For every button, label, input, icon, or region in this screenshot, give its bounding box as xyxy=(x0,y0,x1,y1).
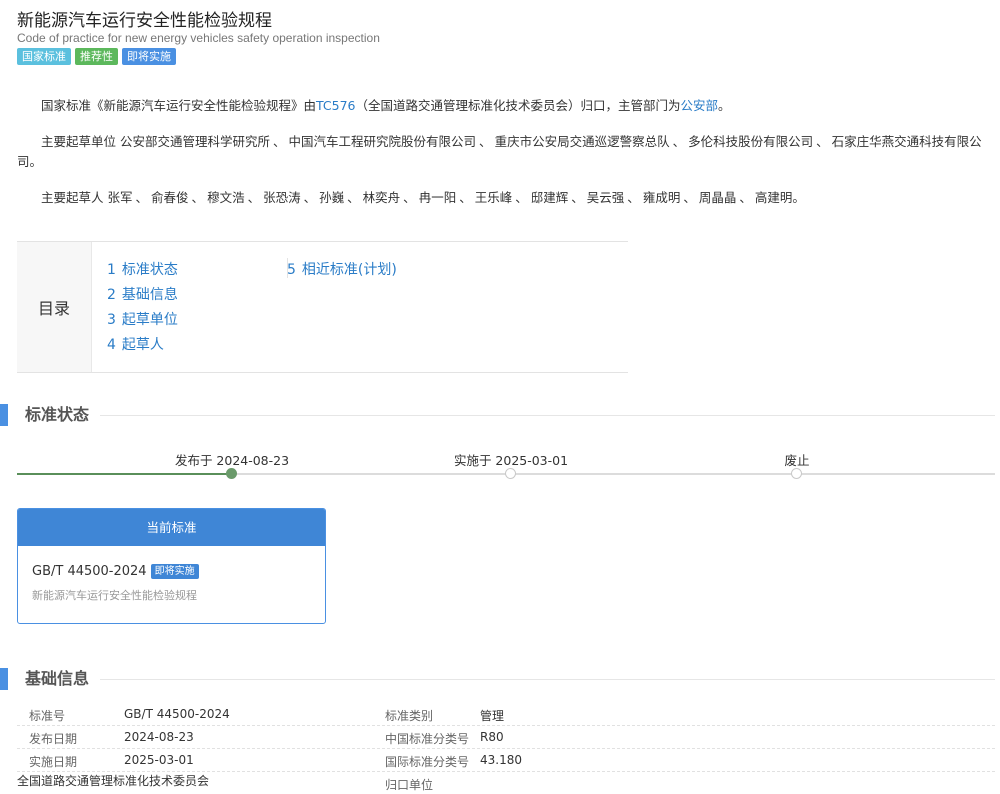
drafting-units-label: 主要起草单位 xyxy=(41,134,117,149)
info-value: R80 xyxy=(480,730,504,744)
toc-item-similar-standards[interactable]: 5 相近标准(计划) xyxy=(287,258,397,283)
intro-paragraph: 国家标准《新能源汽车运行安全性能检验规程》由TC576（全国道路交通管理标准化技… xyxy=(41,98,731,113)
page-subtitle: Code of practice for new energy vehicles… xyxy=(17,31,380,45)
toc-column-right: 5 相近标准(计划) xyxy=(287,258,397,283)
list-separator: 、 xyxy=(627,190,640,205)
info-key: 发布日期 xyxy=(29,732,78,746)
list-separator: 、 xyxy=(459,190,472,205)
info-key: 中国标准分类号 xyxy=(385,732,470,746)
list-separator: 、 xyxy=(135,190,149,205)
info-key: 标准号 xyxy=(29,709,66,723)
list-separator: 、 xyxy=(571,190,584,205)
stage-label-abolished: 废止 xyxy=(784,453,810,468)
drafter-name: 穆文浩 xyxy=(207,190,245,205)
info-value: 2025-03-01 xyxy=(124,753,194,767)
department-link[interactable]: 公安部 xyxy=(681,98,719,113)
stage-dot-published xyxy=(226,468,237,479)
drafters-paragraph: 主要起草人 张军、俞春俊、穆文浩、张恐涛、孙巍、林奕舟、冉一阳、王乐峰、邸建辉、… xyxy=(17,188,987,208)
info-value: 管理 xyxy=(480,709,505,723)
drafter-name: 冉一阳 xyxy=(418,190,457,205)
basic-info-table: 标准号 GB/T 44500-2024 标准类别 管理 发布日期 2024-08… xyxy=(17,703,995,794)
list-end: 。 xyxy=(792,190,805,205)
stage-dot-abolished xyxy=(791,468,802,479)
status-timeline: 发布于 2024-08-23 实施于 2025-03-01 废止 xyxy=(17,448,995,484)
drafters-label: 主要起草人 xyxy=(41,190,104,205)
badge-recommended: 推荐性 xyxy=(75,48,118,65)
table-of-contents: 目录 1 标准状态 2 基础信息 3 起草单位 4 起草人 5 相近标准(计划) xyxy=(17,241,628,373)
list-separator: 、 xyxy=(303,190,317,205)
toc-item-drafting-units[interactable]: 3 起草单位 xyxy=(107,308,178,333)
toc-item-status[interactable]: 1 标准状态 xyxy=(107,258,178,283)
list-separator: 、 xyxy=(247,190,261,205)
badge-group: 国家标准 推荐性 即将实施 xyxy=(17,48,176,65)
page-title: 新能源汽车运行安全性能检验规程 xyxy=(17,11,272,31)
list-separator: 、 xyxy=(672,134,686,149)
info-key: 标准类别 xyxy=(385,709,434,723)
drafting-unit: 中国汽车工程研究院股份有限公司 xyxy=(288,134,477,149)
section-marker xyxy=(0,668,8,690)
toc-column-left: 1 标准状态 2 基础信息 3 起草单位 4 起草人 xyxy=(107,258,178,358)
drafter-name: 雍成明 xyxy=(642,190,681,205)
card-standard-name: 新能源汽车运行安全性能检验规程 xyxy=(32,589,197,602)
list-end: 。 xyxy=(29,154,43,169)
drafter-name: 俞春俊 xyxy=(151,190,189,205)
section-title-basic-info: 基础信息 xyxy=(25,669,90,688)
drafter-name: 林奕舟 xyxy=(362,190,401,205)
list-separator: 、 xyxy=(479,134,492,149)
info-row: 实施日期 2025-03-01 国际标准分类号 43.180 xyxy=(17,749,995,772)
list-separator: 、 xyxy=(403,190,416,205)
info-key: 国际标准分类号 xyxy=(385,755,470,769)
section-header-basic-info: 基础信息 xyxy=(0,668,1000,692)
info-value: 2024-08-23 xyxy=(124,730,194,744)
toc-item-drafters[interactable]: 4 起草人 xyxy=(107,333,178,358)
list-separator: 、 xyxy=(683,190,696,205)
current-standard-card[interactable]: 当前标准 GB/T 44500-2024 即将实施 新能源汽车运行安全性能检验规程 xyxy=(17,508,326,624)
drafter-name: 吴云强 xyxy=(586,190,625,205)
info-value: GB/T 44500-2024 xyxy=(124,707,230,721)
info-row: 归口单位 全国道路交通管理标准化技术委员会 xyxy=(17,772,995,794)
card-header: 当前标准 xyxy=(18,509,325,546)
drafter-name: 高建明 xyxy=(754,190,793,205)
info-row: 发布日期 2024-08-23 中国标准分类号 R80 xyxy=(17,726,995,749)
list-separator: 、 xyxy=(515,190,528,205)
stage-label-published: 发布于 2024-08-23 xyxy=(174,453,290,468)
stage-label-implemented: 实施于 2025-03-01 xyxy=(453,453,569,468)
badge-national-standard: 国家标准 xyxy=(17,48,71,65)
toc-item-basic-info[interactable]: 2 基础信息 xyxy=(107,283,178,308)
drafter-name: 王乐峰 xyxy=(474,190,513,205)
toc-title: 目录 xyxy=(17,242,92,372)
card-status-badge: 即将实施 xyxy=(150,564,199,579)
drafting-units-paragraph: 主要起草单位 公安部交通管理科学研究所、中国汽车工程研究院股份有限公司、重庆市公… xyxy=(17,132,987,172)
drafter-name: 张恐涛 xyxy=(263,190,301,205)
drafting-unit: 重庆市公安局交通巡逻警察总队 xyxy=(494,134,670,149)
tc-link[interactable]: TC576 xyxy=(316,98,356,113)
badge-upcoming: 即将实施 xyxy=(122,48,176,65)
card-standard-code: GB/T 44500-2024 即将实施 xyxy=(32,564,199,579)
timeline-progress xyxy=(17,473,232,475)
drafter-name: 邸建辉 xyxy=(530,190,569,205)
list-separator: 、 xyxy=(191,190,205,205)
list-separator: 、 xyxy=(739,190,752,205)
section-divider xyxy=(100,679,995,680)
drafting-unit: 多伦科技股份有限公司 xyxy=(688,134,814,149)
list-separator: 、 xyxy=(273,134,286,149)
section-title-status: 标准状态 xyxy=(25,405,90,424)
info-row: 标准号 GB/T 44500-2024 标准类别 管理 xyxy=(17,703,995,726)
list-separator: 、 xyxy=(347,190,360,205)
drafter-name: 孙巍 xyxy=(319,190,345,205)
info-value: 43.180 xyxy=(480,753,522,767)
info-key: 实施日期 xyxy=(29,755,78,769)
drafting-unit: 公安部交通管理科学研究所 xyxy=(120,134,271,149)
governing-committee-link[interactable]: 全国道路交通管理标准化技术委员会 xyxy=(17,774,209,788)
section-marker xyxy=(0,404,8,426)
drafter-name: 张军 xyxy=(107,190,133,205)
section-header-status: 标准状态 xyxy=(0,404,1000,428)
info-key: 归口单位 xyxy=(385,778,434,792)
list-separator: 、 xyxy=(816,134,829,149)
section-divider xyxy=(100,415,995,416)
drafter-name: 周晶晶 xyxy=(698,190,737,205)
stage-dot-implemented xyxy=(505,468,516,479)
